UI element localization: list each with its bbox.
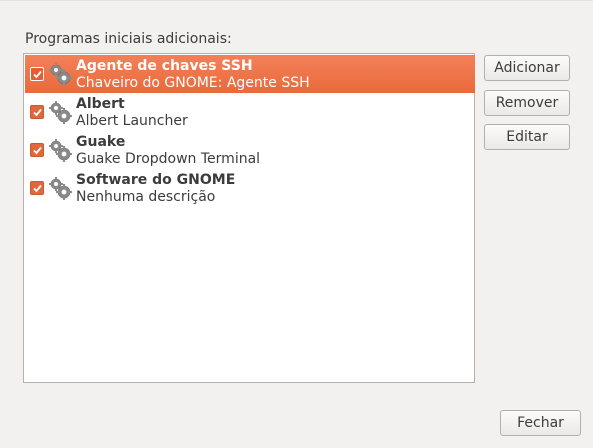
close-button[interactable]: Fechar [500, 410, 581, 436]
enabled-checkbox[interactable] [30, 67, 44, 81]
enabled-checkbox[interactable] [30, 143, 44, 157]
section-label: Programas iniciais adicionais: [25, 31, 232, 47]
list-item[interactable]: Agente de chaves SSH Chaveiro do GNOME: … [25, 55, 475, 93]
gears-icon [47, 100, 73, 126]
list-item[interactable]: Software do GNOME Nenhuma descrição [25, 169, 475, 207]
enabled-checkbox[interactable] [30, 105, 44, 119]
gears-icon [47, 176, 73, 202]
program-description: Nenhuma descrição [76, 189, 216, 205]
program-description: Guake Dropdown Terminal [76, 151, 261, 167]
list-item[interactable]: Albert Albert Launcher [25, 93, 475, 131]
list-item[interactable]: Guake Guake Dropdown Terminal [25, 131, 475, 169]
startup-programs-list[interactable]: Agente de chaves SSH Chaveiro do GNOME: … [23, 53, 475, 383]
edit-button[interactable]: Editar [484, 124, 570, 150]
gears-icon [47, 138, 73, 164]
remove-button[interactable]: Remover [484, 90, 570, 116]
window-top-border [0, 0, 593, 1]
gears-icon [47, 62, 73, 88]
program-name: Software do GNOME [76, 172, 236, 188]
add-button[interactable]: Adicionar [484, 55, 570, 81]
program-name: Albert [76, 96, 125, 112]
program-description: Albert Launcher [76, 113, 188, 129]
program-description: Chaveiro do GNOME: Agente SSH [76, 75, 310, 91]
enabled-checkbox[interactable] [30, 181, 44, 195]
program-name: Guake [76, 134, 126, 150]
program-name: Agente de chaves SSH [76, 58, 253, 74]
